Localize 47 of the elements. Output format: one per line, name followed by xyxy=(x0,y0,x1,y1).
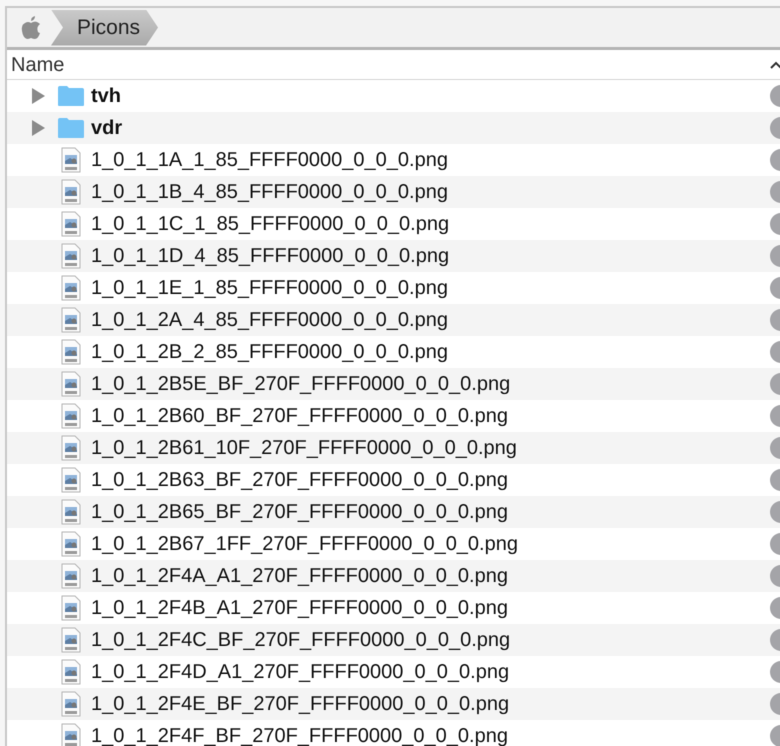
png-file-icon xyxy=(61,211,81,237)
file-name: 1_0_1_2B60_BF_270F_FFFF0000_0_0_0.png xyxy=(91,404,508,429)
png-file-icon xyxy=(61,147,81,173)
png-file-icon xyxy=(61,307,81,333)
file-name: 1_0_1_1D_4_85_FFFF0000_0_0_0.png xyxy=(91,244,450,269)
file-name: 1_0_1_2F4B_A1_270F_FFFF0000_0_0_0.png xyxy=(91,596,508,621)
file-name: 1_0_1_1E_1_85_FFFF0000_0_0_0.png xyxy=(91,276,448,301)
disclosure-triangle-icon[interactable] xyxy=(31,120,45,136)
file-name: 1_0_1_2F4A_A1_270F_FFFF0000_0_0_0.png xyxy=(91,564,508,589)
file-name: 1_0_1_2B5E_BF_270F_FFFF0000_0_0_0.png xyxy=(91,372,510,397)
png-file-icon xyxy=(61,403,81,429)
file-name: 1_0_1_1B_4_85_FFFF0000_0_0_0.png xyxy=(91,180,448,205)
sort-order-icon[interactable] xyxy=(770,60,780,68)
file-name: vdr xyxy=(91,116,122,141)
png-file-icon xyxy=(61,531,81,557)
file-name: 1_0_1_2F4D_A1_270F_FFFF0000_0_0_0.png xyxy=(91,660,510,685)
column-header[interactable]: Name xyxy=(11,50,64,80)
png-file-icon xyxy=(61,691,81,717)
file-name: 1_0_1_2A_4_85_FFFF0000_0_0_0.png xyxy=(91,308,448,333)
png-file-icon xyxy=(61,243,81,269)
file-name: 1_0_1_2B67_1FF_270F_FFFF0000_0_0_0.png xyxy=(91,532,518,557)
png-file-icon xyxy=(61,467,81,493)
png-file-icon xyxy=(61,627,81,653)
file-name: 1_0_1_2F4F_BF_270F_FFFF0000_0_0_0.png xyxy=(91,724,508,746)
file-name: 1_0_1_2B_2_85_FFFF0000_0_0_0.png xyxy=(91,340,448,365)
file-name: 1_0_1_1C_1_85_FFFF0000_0_0_0.png xyxy=(91,212,450,237)
file-name: 1_0_1_2F4C_BF_270F_FFFF0000_0_0_0.png xyxy=(91,628,510,653)
disclosure-triangle-icon[interactable] xyxy=(31,88,45,104)
png-file-icon xyxy=(61,371,81,397)
file-name: tvh xyxy=(91,84,121,109)
png-file-icon xyxy=(61,563,81,589)
file-name: 1_0_1_2B63_BF_270F_FFFF0000_0_0_0.png xyxy=(91,468,508,493)
png-file-icon xyxy=(61,595,81,621)
png-file-icon xyxy=(61,499,81,525)
folder-icon xyxy=(57,85,85,107)
breadcrumb-item[interactable]: Picons xyxy=(51,10,158,46)
png-file-icon xyxy=(61,435,81,461)
file-name: 1_0_1_1A_1_85_FFFF0000_0_0_0.png xyxy=(91,148,448,173)
file-name: 1_0_1_2F4E_BF_270F_FFFF0000_0_0_0.png xyxy=(91,692,510,717)
apple-logo-icon[interactable] xyxy=(21,16,41,40)
png-file-icon xyxy=(61,659,81,685)
folder-icon xyxy=(57,117,85,139)
png-file-icon xyxy=(61,339,81,365)
file-name: 1_0_1_2B65_BF_270F_FFFF0000_0_0_0.png xyxy=(91,500,508,525)
png-file-icon xyxy=(61,179,81,205)
png-file-icon xyxy=(61,275,81,301)
file-name: 1_0_1_2B61_10F_270F_FFFF0000_0_0_0.png xyxy=(91,436,517,461)
